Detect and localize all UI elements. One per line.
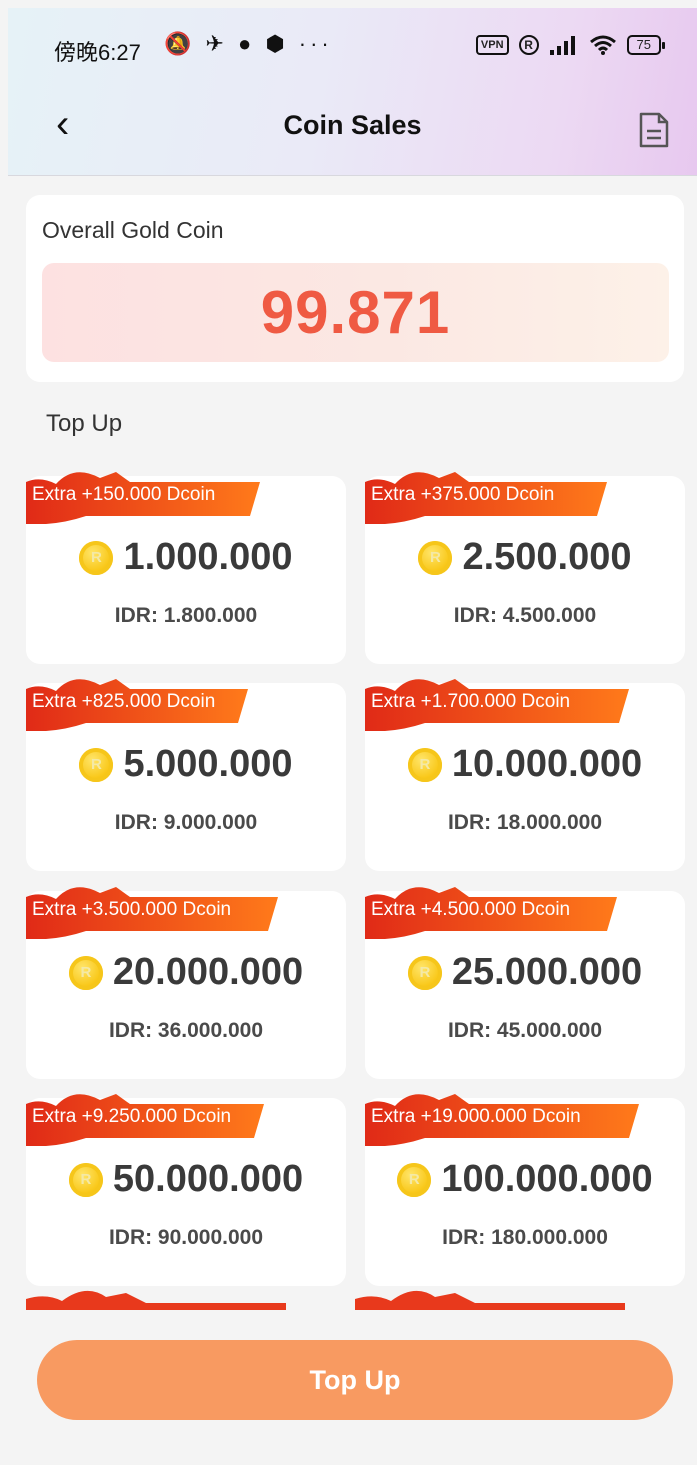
extra-bonus-label: Extra +1.700.000 Dcoin (371, 691, 571, 712)
coin-amount-row: R 50.000.000 (26, 1158, 346, 1201)
coin-icon: R (397, 1162, 432, 1197)
wifi-icon (589, 35, 616, 55)
coin-icon: R (407, 955, 442, 990)
vpn-icon: VPN (475, 35, 509, 55)
registered-icon: R (518, 35, 539, 55)
coin-icon: R (407, 747, 442, 782)
header-area: 傍晚6:27 🔕 ✈ ● ⬢ ··· VPN R 75 ‹ Coin Sales (8, 8, 697, 176)
coin-amount-row: R 20.000.000 (26, 951, 346, 994)
package-card[interactable]: Extra +9.250.000 Dcoin R 50.000.000 IDR: 90… (26, 1094, 346, 1286)
coin-icon: R (79, 540, 114, 575)
coin-amount-row: R 2.500.000 (365, 536, 685, 579)
signal-icon (549, 36, 575, 55)
coin-icon: R (79, 747, 114, 782)
package-price: IDR: 45.000.000 (447, 1019, 603, 1042)
top-up-button[interactable]: Top Up (37, 1340, 673, 1420)
extra-bonus-label: Extra +3.500.000 Dcoin (32, 899, 232, 920)
package-card[interactable]: Extra +4.500.000 Dcoin R 25.000.000 IDR: 45… (365, 887, 685, 1079)
package-price: IDR: 90.000.000 (108, 1226, 264, 1249)
coin-amount-row: R 5.000.000 (26, 743, 346, 786)
coin-amount: 1.000.000 (123, 536, 293, 578)
extra-bonus-label: Extra +150.000 Dcoin (32, 484, 216, 505)
package-price: IDR: 18.000.000 (447, 811, 603, 834)
overall-value: 99.871 (260, 279, 451, 346)
document-icon[interactable] (638, 112, 670, 148)
coin-amount-row: R 1.000.000 (26, 536, 346, 579)
coin-amount: 10.000.000 (451, 743, 643, 785)
coin-amount-row: R 10.000.000 (365, 743, 685, 786)
coin-amount: 5.000.000 (123, 743, 293, 785)
page-title: Coin Sales (283, 110, 422, 140)
extra-bonus-label: Extra +4.500.000 Dcoin (371, 899, 571, 920)
package-card[interactable]: Extra +19.000.000 Dcoin R 100.000.000 IDR: … (365, 1094, 685, 1286)
status-time: 傍晚6:27 (54, 40, 141, 65)
extra-bonus-label: Extra +19.000.000 Dcoin (371, 1106, 581, 1127)
package-price: IDR: 1.800.000 (114, 604, 258, 627)
extra-bonus-label: Extra +9.250.000 Dcoin (32, 1106, 232, 1127)
overall-gold-coin-card: Overall Gold Coin 99.871 (26, 195, 684, 382)
package-price: IDR: 4.500.000 (453, 604, 597, 627)
package-price: IDR: 36.000.000 (108, 1019, 264, 1042)
extra-ribbon: Extra +1.700.000 Dcoin (365, 675, 633, 731)
coin-amount: 25.000.000 (451, 951, 643, 993)
extra-ribbon: Extra +19.000.000 Dcoin (365, 1090, 643, 1146)
bottom-bar: Top Up (0, 1310, 697, 1465)
extra-ribbon: Extra +375.000 Dcoin (365, 468, 611, 524)
overall-label: Overall Gold Coin (42, 217, 224, 243)
coin-amount: 20.000.000 (112, 951, 304, 993)
coin-amount-row: R 100.000.000 (365, 1158, 685, 1201)
coin-amount: 100.000.000 (441, 1158, 653, 1200)
extra-ribbon: Extra +150.000 Dcoin (26, 468, 264, 524)
package-card[interactable]: Extra +3.500.000 Dcoin R 20.000.000 IDR: 36… (26, 887, 346, 1079)
package-card[interactable]: Extra +1.700.000 Dcoin R 10.000.000 IDR: 18… (365, 679, 685, 871)
extra-ribbon: Extra +4.500.000 Dcoin (365, 883, 621, 939)
package-price: IDR: 9.000.000 (114, 811, 258, 834)
notification-icons: 🔕 ✈ ● ⬢ ··· (164, 31, 333, 56)
coin-icon: R (68, 1162, 103, 1197)
package-card[interactable]: Extra +150.000 Dcoin R 1.000.000 IDR: 1.800… (26, 472, 346, 664)
coin-icon: R (418, 540, 453, 575)
extra-ribbon: Extra +9.250.000 Dcoin (26, 1090, 268, 1146)
status-bar: 傍晚6:27 🔕 ✈ ● ⬢ ··· VPN R 75 (8, 8, 697, 80)
extra-ribbon: Extra +3.500.000 Dcoin (26, 883, 282, 939)
extra-bonus-label: Extra +825.000 Dcoin (32, 691, 216, 712)
section-title: Top Up (46, 410, 123, 437)
extra-ribbon: Extra +825.000 Dcoin (26, 675, 252, 731)
extra-bonus-label: Extra +375.000 Dcoin (371, 484, 555, 505)
coin-icon: R (68, 955, 103, 990)
package-card[interactable]: Extra +375.000 Dcoin R 2.500.000 IDR: 4.500… (365, 472, 685, 664)
overall-value-box: 99.871 (42, 263, 669, 362)
coin-amount: 2.500.000 (462, 536, 632, 578)
coin-amount-row: R 25.000.000 (365, 951, 685, 994)
battery-indicator: 75 (626, 35, 666, 55)
package-card[interactable]: Extra +825.000 Dcoin R 5.000.000 IDR: 9.000… (26, 679, 346, 871)
coin-amount: 50.000.000 (112, 1158, 304, 1200)
package-price: IDR: 180.000.000 (442, 1226, 608, 1249)
